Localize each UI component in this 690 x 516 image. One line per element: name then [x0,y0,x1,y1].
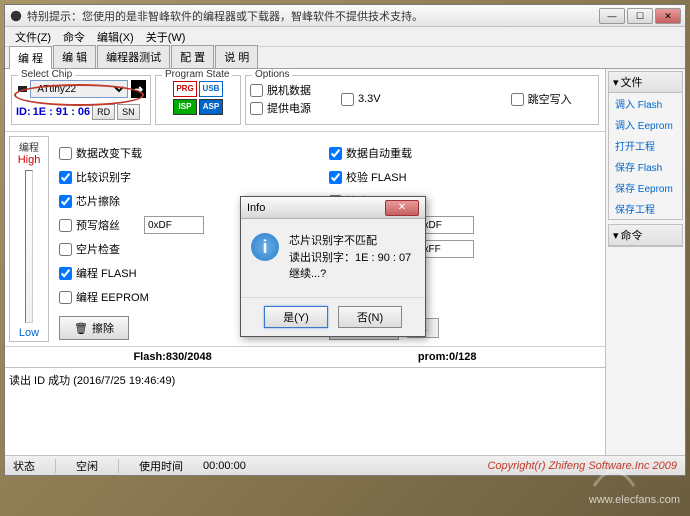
ck-autoreload[interactable] [329,147,342,160]
dialog-close-button[interactable]: ✕ [385,200,419,216]
prog-title: 编程 [16,139,42,154]
progress-bar [25,170,33,323]
prefuse-hex[interactable] [144,216,204,234]
ck-erase[interactable] [59,195,72,208]
rd-button[interactable]: RD [92,104,115,120]
id-label: ID: [16,106,31,118]
save-eeprom[interactable]: 保存 Eeprom [609,177,682,198]
yes-button[interactable]: 是(Y) [264,306,328,328]
dialog-titlebar[interactable]: Info ✕ [241,197,425,219]
usage-label: 使用时间 [139,458,183,474]
info-dialog: Info ✕ i 芯片识别字不匹配 读出识别字：1E : 90 : 07 继续.… [240,196,426,337]
skip-checkbox[interactable] [511,93,524,106]
maximize-button[interactable]: ☐ [627,8,653,24]
menu-about[interactable]: 关于(W) [140,27,192,47]
tab-config[interactable]: 配 置 [171,45,214,68]
flash-size: Flash:830/2048 [133,351,211,363]
ck-blank[interactable] [59,243,72,256]
collapse-icon[interactable]: ▾ [613,76,619,89]
skip-label: 跳空写入 [528,91,572,107]
usage-time: 00:00:00 [203,460,246,472]
open-project[interactable]: 打开工程 [609,135,682,156]
erase-button[interactable]: 🗑擦除 [59,316,129,340]
v33-checkbox[interactable] [341,93,354,106]
chip-select[interactable]: ATtiny22 [30,80,128,98]
dialog-line3: 继续...? [289,266,411,283]
dialog-body: i 芯片识别字不匹配 读出识别字：1E : 90 : 07 继续...? [241,219,425,297]
asp-icon: ASP [199,99,223,115]
cmd-sidegroup: ▾命令 [608,224,683,247]
file-sidegroup: ▾文件 调入 Flash 调入 Eeprom 打开工程 保存 Flash 保存 … [608,71,683,220]
dialog-text: 芯片识别字不匹配 读出识别字：1E : 90 : 07 继续...? [289,233,411,283]
save-flash[interactable]: 保存 Flash [609,156,682,177]
ck-compare-id[interactable] [59,171,72,184]
window-controls: — ☐ ✕ [599,8,681,24]
usb-icon: USB [199,81,223,97]
tab-test[interactable]: 编程器测试 [97,45,170,68]
save-project[interactable]: 保存工程 [609,198,682,219]
no-button[interactable]: 否(N) [338,306,402,328]
right-sidebar: ▾文件 调入 Flash 调入 Eeprom 打开工程 保存 Flash 保存 … [605,69,685,455]
eeprom-size: prom:0/128 [418,351,477,363]
offline-checkbox[interactable] [250,84,263,97]
info-icon: i [251,233,279,261]
ck-prefuse[interactable] [59,219,72,232]
chip-group: Select Chip ATtiny22 ➜ ID: 1E : 91 : 06 … [11,75,151,125]
ck-prog-eeprom[interactable] [59,291,72,304]
watermark-text: www.elecfans.com [589,494,680,506]
chip-go-button[interactable]: ➜ [131,80,146,98]
menu-cmd[interactable]: 命令 [57,27,91,47]
options-group: Options 脱机数据 提供电源 3.3V 跳空写入 [245,75,599,125]
log-area[interactable]: 读出 ID 成功 (2016/7/25 19:46:49) [5,367,605,455]
sn-button[interactable]: SN [117,104,140,120]
tab-program[interactable]: 编 程 [9,46,52,69]
high-label: High [18,154,41,166]
menubar: 文件(Z) 命令 编辑(X) 关于(W) [5,27,685,47]
prgstate-title: Program State [162,69,232,80]
menu-edit[interactable]: 编辑(X) [91,27,140,47]
ck-change-dl[interactable] [59,147,72,160]
collapse-icon[interactable]: ▾ [613,229,619,242]
load-flash[interactable]: 调入 Flash [609,93,682,114]
top-section: Select Chip ATtiny22 ➜ ID: 1E : 91 : 06 … [5,69,605,132]
copyright: Copyright(r) Zhifeng Software.Inc 2009 [487,460,677,472]
tab-help[interactable]: 说 明 [215,45,258,68]
tab-edit[interactable]: 编 辑 [53,45,96,68]
statusbar: 状态 空闲 使用时间 00:00:00 Copyright(r) Zhifeng… [5,455,685,475]
low-label: Low [19,327,39,339]
close-button[interactable]: ✕ [655,8,681,24]
dialog-line1: 芯片识别字不匹配 [289,233,411,250]
dialog-line2: 读出识别字：1E : 90 : 07 [289,250,411,267]
power-checkbox[interactable] [250,102,263,115]
minimize-button[interactable]: — [599,8,625,24]
offline-label: 脱机数据 [267,82,311,98]
erase-icon: 🗑 [74,322,88,335]
file-group-title: ▾文件 [609,72,682,93]
load-eeprom[interactable]: 调入 Eeprom [609,114,682,135]
ck-verify-flash[interactable] [329,171,342,184]
power-label: 提供电源 [267,100,311,116]
progress-group: 编程 High Low [9,136,49,342]
tabbar: 编 程 编 辑 编程器测试 配 置 说 明 [5,47,685,69]
prg-icon: PRG [173,81,197,97]
menu-file[interactable]: 文件(Z) [9,27,57,47]
chip-icon [16,82,27,96]
title-text: 特别提示：您使用的是非智峰软件的编程器或下载器，智峰软件不提供技术支持。 [27,8,599,24]
ck-prog-flash[interactable] [59,267,72,280]
isp-icon: ISP [173,99,197,115]
dialog-title: Info [247,202,385,214]
cmd-group-title: ▾命令 [609,225,682,246]
app-icon [9,9,23,23]
status-label: 状态 [13,458,35,474]
id-value: 1E : 91 : 06 [33,106,90,118]
options-title: Options [252,69,292,80]
dialog-buttons: 是(Y) 否(N) [241,297,425,336]
status-idle: 空闲 [76,458,98,474]
log-line: 读出 ID 成功 (2016/7/25 19:46:49) [9,372,601,388]
titlebar: 特别提示：您使用的是非智峰软件的编程器或下载器，智峰软件不提供技术支持。 — ☐… [5,5,685,27]
v33-label: 3.3V [358,93,381,105]
flash-info: Flash:830/2048 prom:0/128 [5,346,605,367]
chip-group-title: Select Chip [18,69,75,80]
program-state-group: Program State PRG USB ISP ASP [155,75,241,125]
